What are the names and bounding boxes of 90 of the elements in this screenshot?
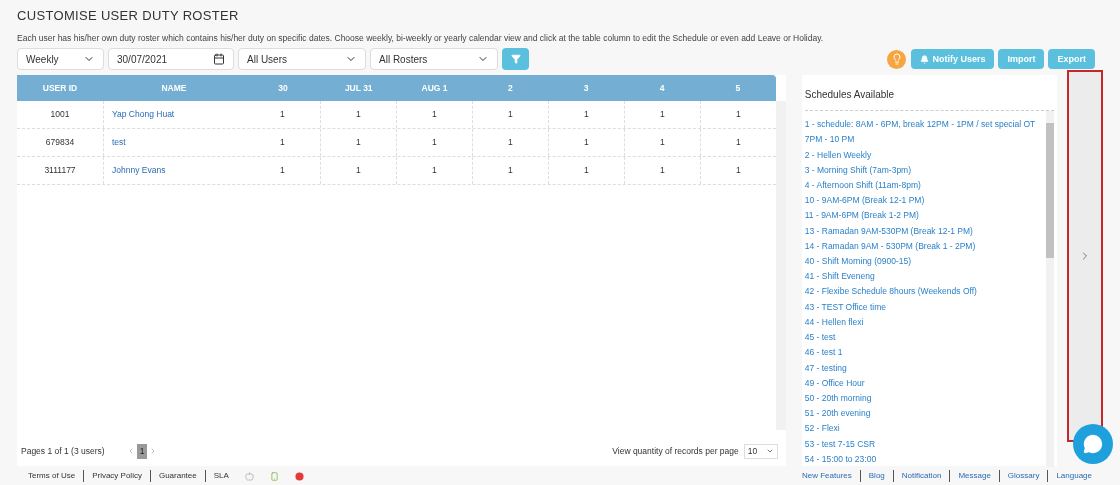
schedule-item[interactable]: 54 - 15:00 to 23:00 [804,451,1047,467]
footer-link[interactable]: SLA [204,470,237,483]
footer-link[interactable]: Notification [892,470,950,483]
chat-icon [1083,434,1103,454]
schedule-item[interactable]: 2 - Hellen Weekly [804,147,1047,163]
schedule-item[interactable]: 50 - 20th morning [804,390,1047,407]
filter-button[interactable] [502,48,529,71]
duty-cell[interactable]: 1 [319,101,396,129]
duty-cell[interactable]: 1 [395,157,472,185]
date-field[interactable]: 30/07/2021 [108,48,234,71]
column-header: 3 [582,81,590,95]
chat-button[interactable] [1073,424,1113,464]
schedule-item[interactable]: 41 - Shift Eveneng [804,269,1047,285]
calendar-icon [213,53,225,66]
column-header: JUL 31 [343,81,374,95]
bulb-icon[interactable] [887,49,907,69]
next-panel-button[interactable] [1067,70,1103,443]
apple-icon[interactable] [244,471,254,481]
duty-cell[interactable]: 1 [245,101,320,129]
duty-cell[interactable]: 1 [547,129,624,157]
duty-cell[interactable]: 1 [623,157,700,185]
footer-link[interactable]: Guarantee [149,470,205,483]
schedule-item[interactable]: 43 - TEST Office time [804,299,1047,315]
scrollbar[interactable] [775,101,786,431]
column-header: 2 [507,81,514,95]
footer-link[interactable]: Blog [859,470,893,483]
footer-link[interactable]: Glossary [998,470,1048,483]
duty-cell[interactable]: 1 [395,101,472,129]
bell-icon [920,54,930,64]
column-header: 30 [277,81,289,95]
user-id-cell-text: 1001 [49,108,71,122]
page-title: CUSTOMISE USER DUTY ROSTER [17,7,240,25]
duty-cell[interactable]: 1 [699,157,776,185]
column-header: 4 [658,81,666,95]
schedule-item[interactable]: 10 - 9AM-6PM (Break 12-1 PM) [804,193,1047,209]
user-name-link[interactable]: Yap Chong Huat [112,108,175,122]
user-id-cell-text: 679834 [44,136,76,150]
duty-cell[interactable]: 1 [699,129,776,157]
duty-cell[interactable]: 1 [245,129,320,157]
schedule-item[interactable]: 14 - Ramadan 9AM - 530PM (Break 1 - 2PM) [804,238,1047,255]
user-name-link[interactable]: Johnny Evans [112,164,166,178]
user-id-cell-text: 3111177 [43,164,77,178]
schedule-item[interactable]: 47 - testing [804,360,1047,376]
schedule-item[interactable]: 3 - Morning Shift (7am-3pm) [804,162,1047,179]
duty-cell[interactable]: 1 [319,129,396,157]
schedule-item[interactable]: 45 - test [804,330,1047,346]
schedule-item[interactable]: 11 - 9AM-6PM (Break 1-2 PM) [804,208,1047,224]
per-page-label: View quantity of records per page [612,444,739,458]
schedule-item[interactable]: 4 - Afternoon Shift (11am-8pm) [804,178,1047,194]
column-header: 5 [734,81,742,95]
duty-cell[interactable]: 1 [699,101,776,129]
duty-cell[interactable]: 1 [547,157,624,185]
scrollbar[interactable] [1046,111,1055,467]
schedule-item[interactable]: 53 - test 7-15 CSR [804,436,1047,452]
per-page-dropdown[interactable]: 10 [743,443,778,459]
panel-title: Schedules Available [804,75,1055,112]
filter-icon [510,54,521,65]
schedule-item[interactable]: 46 - test 1 [804,345,1047,361]
column-header: NAME [160,81,188,95]
duty-cell[interactable]: 1 [471,101,548,129]
column-header: AUG 1 [420,81,449,95]
schedule-item[interactable]: 13 - Ramadan 9AM-530PM (Break 12-1 PM) [804,223,1047,239]
page-number[interactable]: 1 [136,443,148,459]
user-name-link[interactable]: test [112,136,126,150]
page-description: Each user has his/her own duty roster which contains his/her duty on specific dates. Choose weekly, bi-weekly or yearly calendar view and click at the table column to edit the Schedule or even add Leave or Holiday. [17,31,825,45]
duty-cell[interactable]: 1 [547,101,624,129]
period-dropdown[interactable]: Weekly [17,48,104,71]
schedule-item[interactable]: 40 - Shift Morning (0900-15) [804,254,1047,270]
users-dropdown[interactable]: All Users [238,48,366,71]
schedule-item[interactable]: 42 - Flexibe Schedule 8hours (Weekends Off) [804,284,1047,300]
duty-cell[interactable]: 1 [471,157,548,185]
footer-link[interactable]: Language [1047,470,1100,483]
pagination-summary: Pages 1 of 1 (3 users) [21,444,105,458]
schedule-item[interactable]: 1 - schedule: 8AM - 6PM, break 12PM - 1PM / set special OT 7PM - 10 PM [804,117,1047,148]
duty-cell[interactable]: 1 [623,129,700,157]
schedule-item[interactable]: 44 - Hellen flexi [804,314,1047,331]
footer-link[interactable]: Message [949,470,999,483]
schedule-item[interactable]: 52 - Flexi [804,421,1047,437]
schedule-item[interactable]: 49 - Office Hour [804,375,1047,391]
duty-cell[interactable]: 1 [471,129,548,157]
footer-link[interactable]: Terms of Use [20,470,84,483]
duty-cell[interactable]: 1 [623,101,700,129]
rosters-dropdown[interactable]: All Rosters [370,48,498,71]
footer-link[interactable]: Privacy Policy [83,470,150,483]
footer-link[interactable]: New Features [794,470,860,483]
duty-cell[interactable]: 1 [245,157,320,185]
schedule-item[interactable]: 51 - 20th evening [804,406,1047,422]
duty-cell[interactable]: 1 [395,129,472,157]
duty-cell[interactable]: 1 [319,157,396,185]
column-header: USER ID [41,81,79,95]
